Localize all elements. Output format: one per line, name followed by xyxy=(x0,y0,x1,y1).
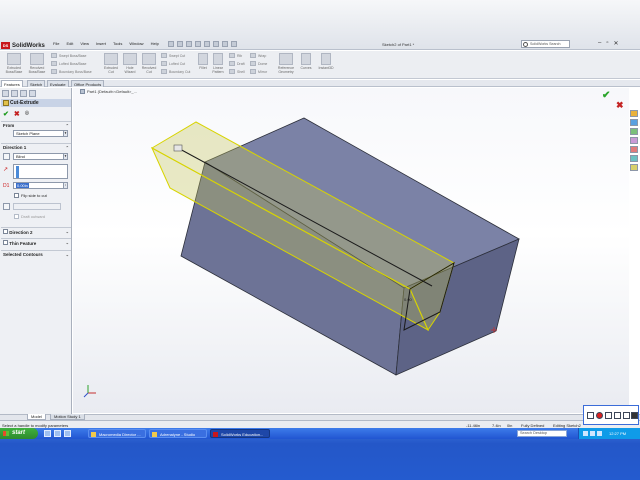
security-icon[interactable] xyxy=(597,431,602,436)
media-icon[interactable] xyxy=(64,430,71,437)
play-icon[interactable] xyxy=(614,412,621,419)
task-adrenalyne[interactable]: Adrenalyne - Studio xyxy=(149,429,207,438)
resources-icon[interactable] xyxy=(630,110,638,117)
cancel-x-icon[interactable]: ✖ xyxy=(616,100,624,111)
app-icon xyxy=(152,432,157,437)
solidworks-icon xyxy=(213,432,218,437)
recorder-toolbar xyxy=(583,405,639,425)
dimension-label: 0.00 xyxy=(404,297,413,302)
status-bar: Select a handle to modify parameters -11… xyxy=(0,420,640,428)
task-macromedia[interactable]: Macromedia Director ... xyxy=(88,429,146,438)
clock: 12:27 PM xyxy=(609,431,627,436)
design-library-icon[interactable] xyxy=(630,119,638,126)
pause-icon[interactable] xyxy=(587,412,594,419)
start-button[interactable]: start xyxy=(0,428,38,439)
volume-icon[interactable] xyxy=(590,431,595,436)
appearances-icon[interactable] xyxy=(630,155,638,162)
triad-z-axis xyxy=(83,392,89,398)
system-tray: 12:27 PM xyxy=(578,428,640,439)
search-results-icon[interactable] xyxy=(630,137,638,144)
network-icon[interactable] xyxy=(583,431,588,436)
task-solidworks[interactable]: SolidWorks Education... xyxy=(210,429,270,438)
browser-icon[interactable] xyxy=(54,430,61,437)
show-desktop-icon[interactable] xyxy=(44,430,51,437)
model-view[interactable]: 0.00 xyxy=(0,0,640,480)
view-palette-icon[interactable] xyxy=(630,146,638,153)
stop-icon[interactable] xyxy=(605,412,612,419)
drag-handle[interactable] xyxy=(173,144,183,152)
task-pane-tabs xyxy=(630,110,639,171)
desktop-search-input[interactable]: Search Desktop xyxy=(517,430,567,437)
next-icon[interactable] xyxy=(623,412,630,419)
app-icon xyxy=(91,432,96,437)
custom-properties-icon[interactable] xyxy=(630,164,638,171)
menu-icon[interactable] xyxy=(631,412,638,419)
record-icon[interactable] xyxy=(596,412,603,419)
windows-flag-icon xyxy=(3,431,9,436)
file-explorer-icon[interactable] xyxy=(630,128,638,135)
confirm-check-icon[interactable]: ✔ xyxy=(602,90,610,101)
